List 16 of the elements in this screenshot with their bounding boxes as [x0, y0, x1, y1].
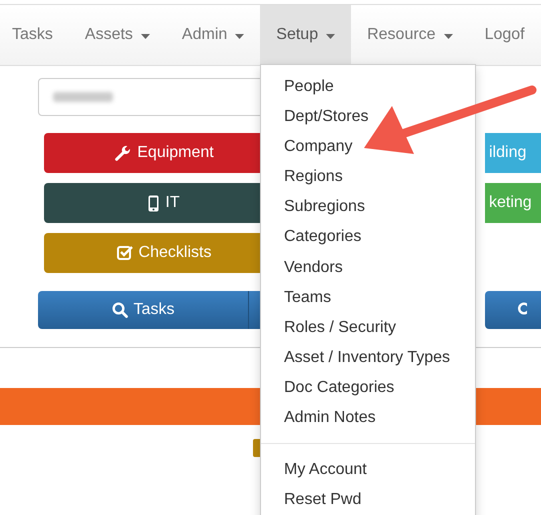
nav-menu-item[interactable]: Admin: [166, 5, 260, 65]
menu-item[interactable]: Reset Pwd: [261, 485, 475, 515]
nav-menu-item[interactable]: Assets: [68, 5, 166, 65]
menu-item[interactable]: Roles / Security: [261, 312, 475, 343]
menu-item[interactable]: Dept/Stores: [261, 102, 475, 132]
nav-menu-item[interactable]: Logof: [468, 5, 541, 65]
menu-item[interactable]: Asset / Inventory Types: [261, 342, 475, 373]
menu-item[interactable]: My Account: [261, 455, 475, 486]
nav-menu-item[interactable]: Setup: [260, 5, 352, 65]
menu-item[interactable]: Teams: [261, 282, 475, 313]
menu-item[interactable]: Admin Notes: [261, 403, 475, 434]
nav-menu-item[interactable]: Resource: [351, 5, 469, 65]
menu-item[interactable]: Doc Categories: [261, 372, 475, 404]
nav-menu-item[interactable]: Tasks: [0, 5, 69, 65]
tasks-search-button[interactable]: Tasks: [38, 291, 248, 329]
menu-item[interactable]: People: [261, 72, 475, 102]
